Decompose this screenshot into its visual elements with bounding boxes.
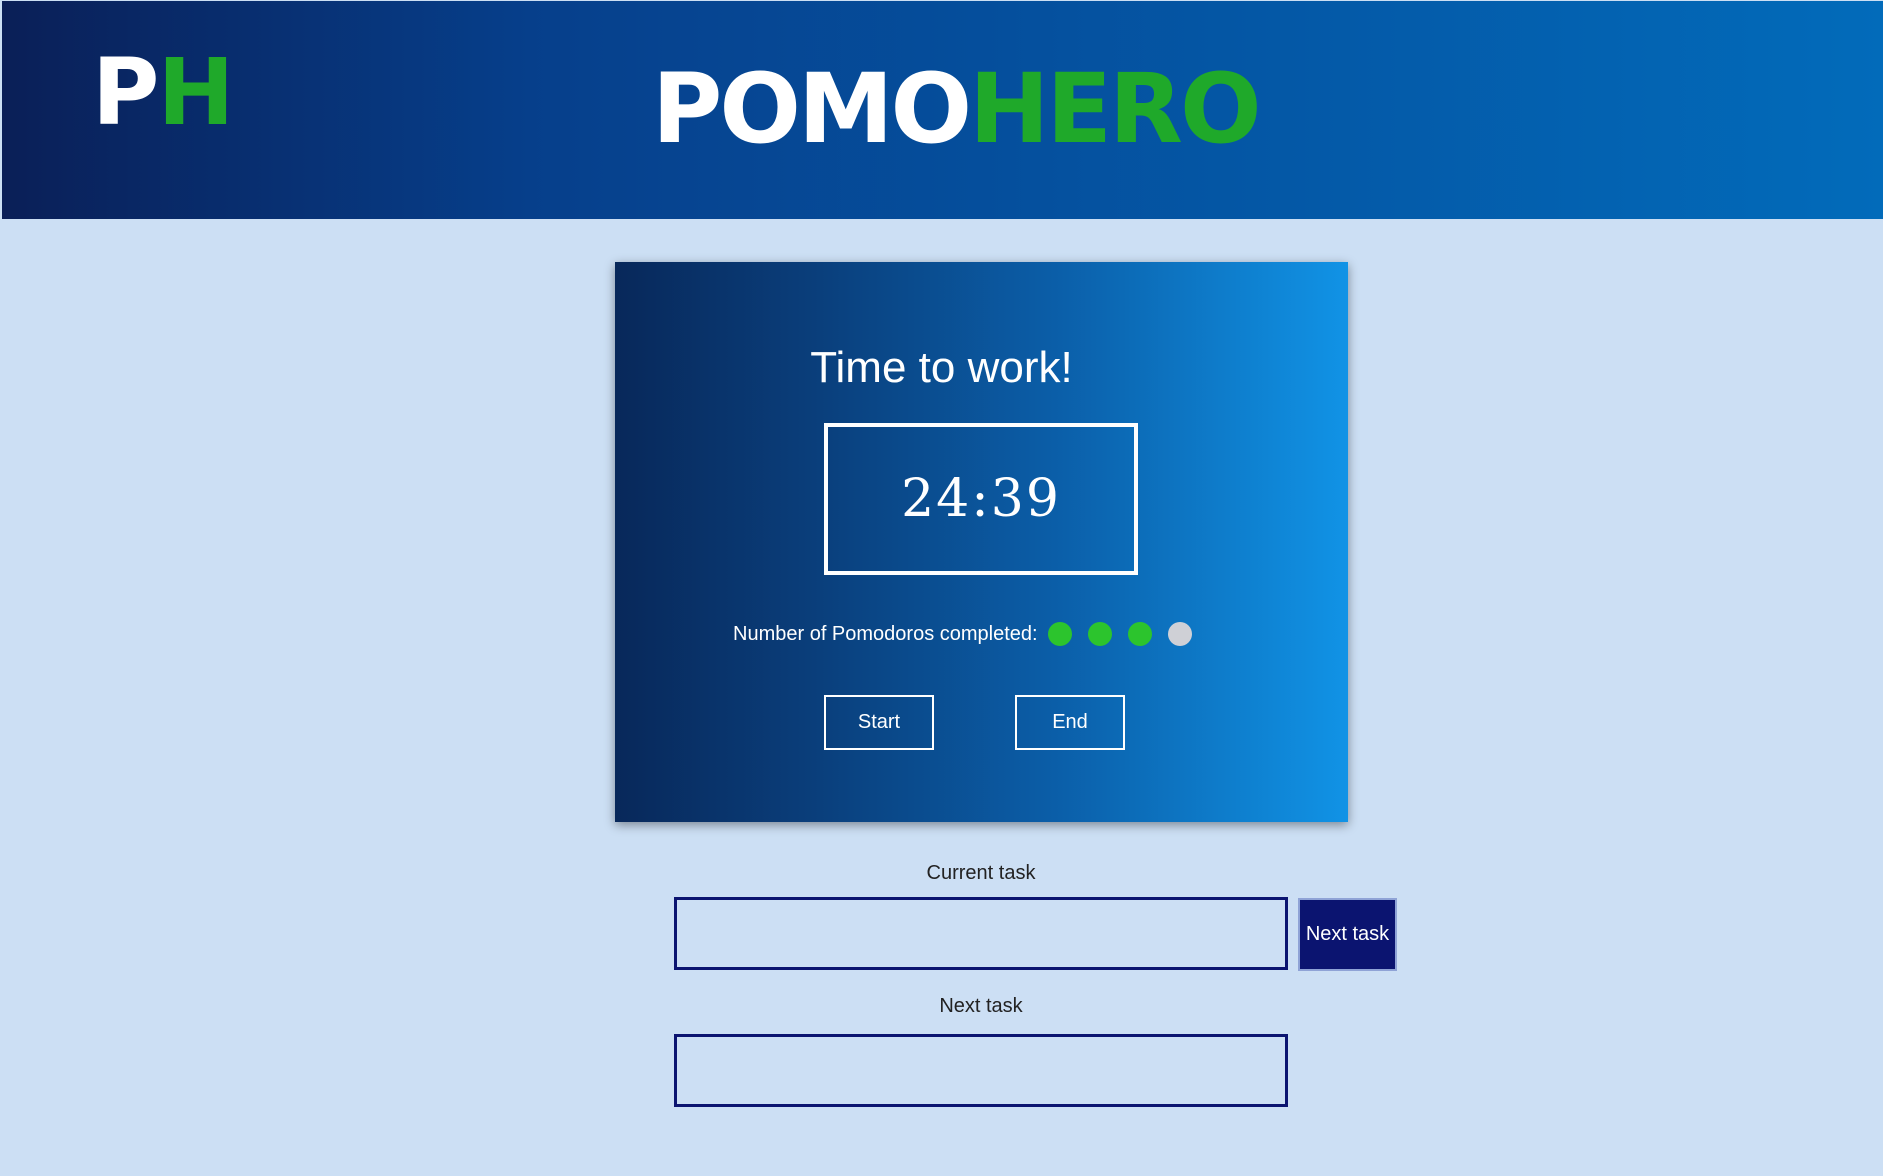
logo-letter-h: H [157,39,234,146]
brand-title: POMOHERO [652,61,1262,157]
next-task-button[interactable]: Next task [1298,898,1397,971]
pomodoro-dot-complete [1087,622,1112,646]
next-task-input[interactable] [674,1034,1288,1107]
pomodoro-dot-incomplete [1167,622,1192,646]
end-button[interactable]: End [1015,695,1125,750]
logo[interactable]: PH [92,47,234,139]
logo-letter-p: P [92,39,159,146]
pomodoro-dots [1047,622,1208,646]
pomodoro-progress: Number of Pomodoros completed: [733,619,1208,649]
start-button[interactable]: Start [824,695,934,750]
timer-value: 24:39 [901,469,1061,529]
next-task-label: Next task [939,995,1023,1017]
pomodoro-dot-complete [1127,622,1152,646]
current-task-input[interactable] [674,897,1288,970]
pomodoro-dot-complete [1047,622,1072,646]
pomodoro-progress-label: Number of Pomodoros completed: [733,622,1038,645]
app-header: PH POMOHERO [2,1,1883,219]
brand-title-pomo: POMO [652,53,972,165]
timer-status-title: Time to work! [810,343,1073,392]
timer-display: 24:39 [824,423,1138,575]
current-task-label: Current task [926,862,1036,884]
brand-title-hero: HERO [969,53,1261,165]
